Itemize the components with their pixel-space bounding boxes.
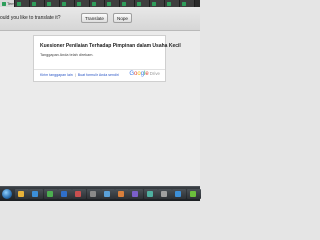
taskbar-item[interactable] xyxy=(129,189,144,199)
taskbar-item[interactable] xyxy=(43,189,58,199)
taskbar-item[interactable] xyxy=(15,189,29,199)
tab-favicon-icon xyxy=(122,1,126,6)
start-button[interactable] xyxy=(2,189,12,199)
google-wordmark: Google xyxy=(129,71,149,77)
form-title: Kuesioner Penilaian Terhadap Pimpinan da… xyxy=(40,43,181,49)
browser-tab[interactable] xyxy=(30,0,45,7)
app-icon xyxy=(132,191,139,197)
taskbar xyxy=(0,186,201,201)
page-content: Kuesioner Penilaian Terhadap Pimpinan da… xyxy=(0,31,200,186)
tab-label: Tem xyxy=(7,0,15,6)
browser-tab[interactable] xyxy=(90,0,105,7)
google-drive-logo: GoogleDrive xyxy=(129,71,160,77)
explorer-icon xyxy=(18,191,24,197)
tab-strip: Tem xyxy=(0,0,200,7)
translate-bar: ould you like to translate it? Translate… xyxy=(0,7,200,31)
create-form-link[interactable]: Buat formulir Anda sendiri xyxy=(78,73,119,77)
taskbar-item[interactable] xyxy=(186,189,201,199)
tab-favicon-icon xyxy=(167,1,171,6)
tab-favicon-icon xyxy=(47,1,51,6)
taskbar-item[interactable] xyxy=(143,189,158,199)
taskbar-item[interactable] xyxy=(115,189,130,199)
tab-favicon-icon xyxy=(2,1,6,6)
browser-tab[interactable] xyxy=(135,0,150,7)
browser-icon xyxy=(46,191,53,197)
app-icon xyxy=(161,191,167,197)
tab-favicon-icon xyxy=(107,1,111,6)
taskbar-item[interactable] xyxy=(72,189,87,199)
app-icon xyxy=(118,191,125,197)
browser-tab[interactable] xyxy=(60,0,75,7)
taskbar-item[interactable] xyxy=(172,189,187,199)
browser-tab[interactable]: Tem xyxy=(0,0,15,7)
tab-favicon-icon xyxy=(137,1,141,6)
browser-tab[interactable] xyxy=(165,0,180,7)
nope-button[interactable]: Nope xyxy=(113,13,132,23)
media-player-icon xyxy=(32,191,39,197)
browser-tab[interactable] xyxy=(75,0,90,7)
browser-tab[interactable] xyxy=(105,0,120,7)
submit-another-link[interactable]: Kirim tanggapan lain xyxy=(40,73,73,77)
tab-favicon-icon xyxy=(32,1,36,6)
confirmation-message: Tanggapan Anda telah direkam. xyxy=(40,53,94,57)
browser-tab[interactable] xyxy=(15,0,30,7)
browser-tab[interactable] xyxy=(150,0,165,7)
tab-favicon-icon xyxy=(152,1,156,6)
drive-wordmark: Drive xyxy=(149,71,160,76)
app-icon xyxy=(89,191,96,197)
taskbar-item[interactable] xyxy=(100,189,115,199)
tab-favicon-icon xyxy=(92,1,96,6)
divider xyxy=(34,69,165,70)
taskbar-item[interactable] xyxy=(86,189,101,199)
app-icon xyxy=(189,191,196,197)
browser-tab[interactable] xyxy=(180,0,195,7)
link-separator: | xyxy=(74,73,76,77)
tab-favicon-icon xyxy=(17,1,21,6)
translate-question: ould you like to translate it? xyxy=(0,15,61,21)
translate-button[interactable]: Translate xyxy=(81,13,108,23)
app-icon xyxy=(75,191,82,197)
app-icon xyxy=(175,191,182,197)
taskbar-item[interactable] xyxy=(158,189,172,199)
footer-links: Kirim tanggapan lain | Buat formulir And… xyxy=(40,73,119,77)
tab-favicon-icon xyxy=(77,1,81,6)
document-icon xyxy=(60,191,67,197)
browser-tab[interactable] xyxy=(120,0,135,7)
taskbar-item[interactable] xyxy=(29,189,44,199)
app-icon xyxy=(103,191,110,197)
app-icon xyxy=(146,191,153,197)
taskbar-item[interactable] xyxy=(57,189,72,199)
tab-favicon-icon xyxy=(182,1,186,6)
browser-tab[interactable] xyxy=(45,0,60,7)
tab-favicon-icon xyxy=(62,1,66,6)
form-response-card: Kuesioner Penilaian Terhadap Pimpinan da… xyxy=(33,35,181,82)
